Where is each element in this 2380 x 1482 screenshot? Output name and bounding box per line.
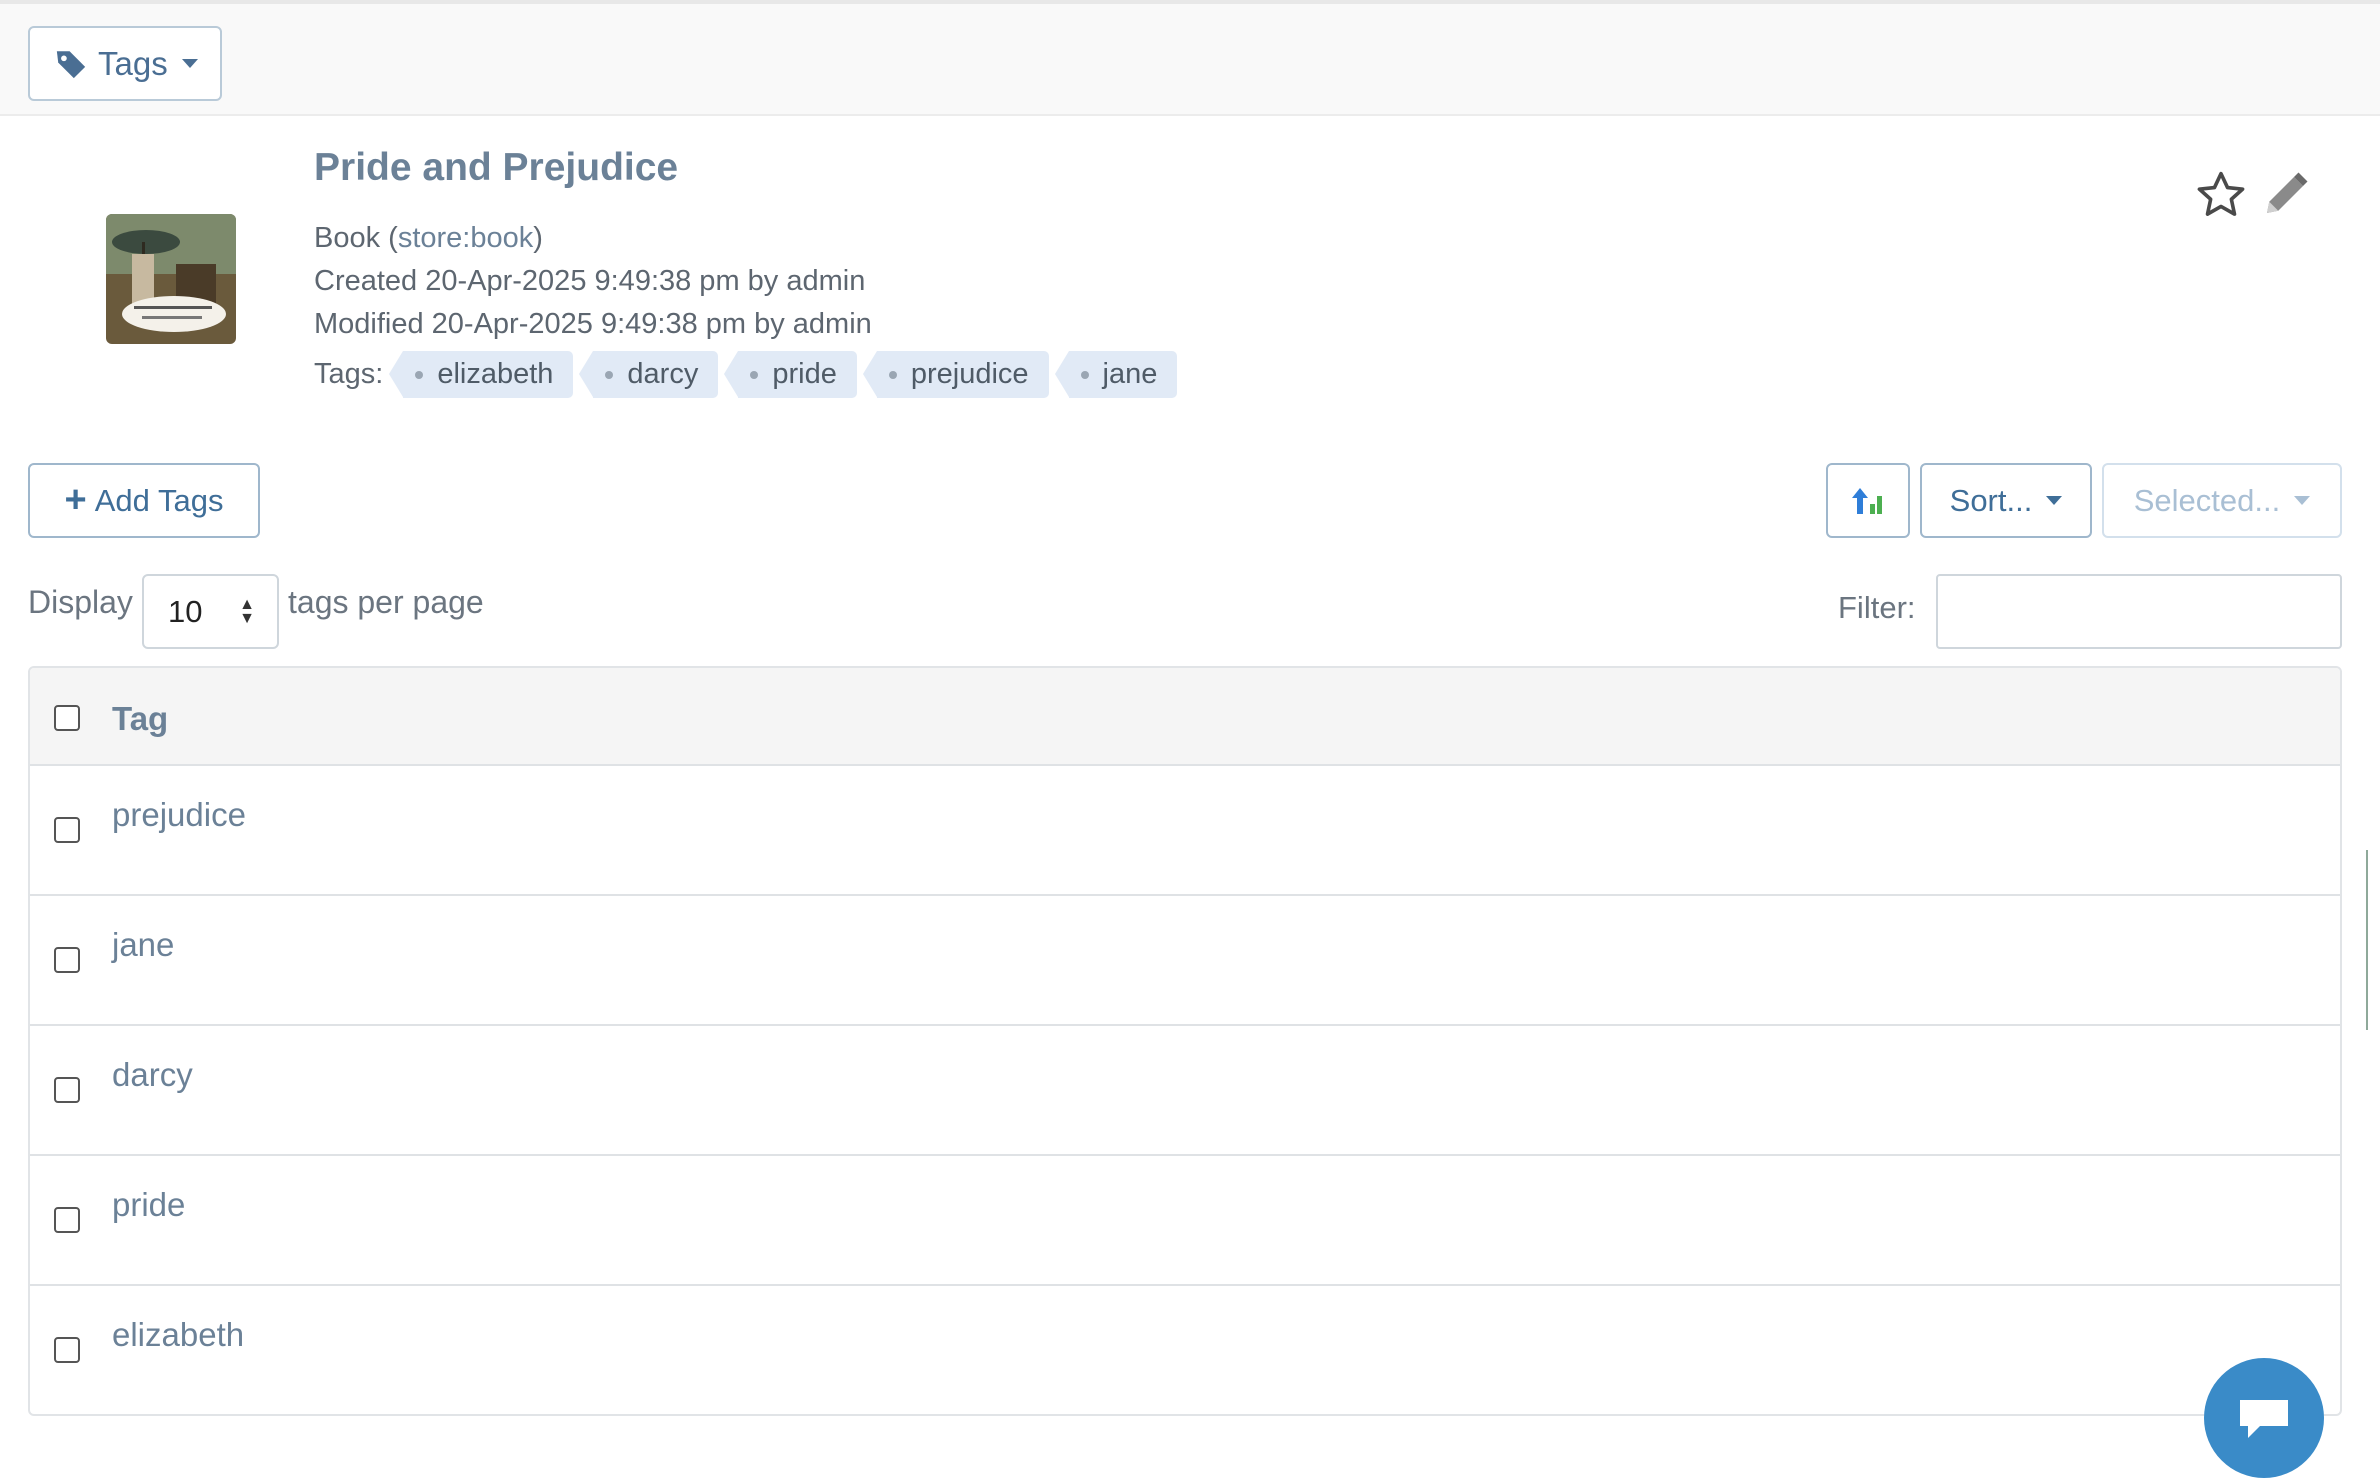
filter-label: Filter: xyxy=(1838,590,1916,625)
tag-link[interactable]: pride xyxy=(112,1186,185,1224)
selected-label: Selected... xyxy=(2133,482,2281,518)
add-tags-label: Add Tags xyxy=(94,482,224,518)
per-page-select[interactable]: 10 ▲ ▼ xyxy=(142,574,279,649)
per-page-suffix: tags per page xyxy=(288,584,484,620)
up-down-arrows-icon: ▲ ▼ xyxy=(239,596,255,627)
table-row: jane xyxy=(30,896,2340,1026)
sort-direction-button[interactable] xyxy=(1826,463,1910,538)
tag-chip[interactable]: jane xyxy=(1054,350,1178,398)
select-all-checkbox[interactable] xyxy=(54,705,80,731)
selected-dropdown-button[interactable]: Selected... xyxy=(2102,463,2342,538)
top-toolbar: Tags xyxy=(0,0,2380,116)
tag-link[interactable]: darcy xyxy=(112,1056,193,1094)
page-title: Pride and Prejudice xyxy=(314,146,679,189)
per-page-value: 10 xyxy=(168,593,203,629)
edit-pencil-icon[interactable] xyxy=(2258,168,2312,222)
item-type: Book (store:book) xyxy=(314,222,543,254)
item-type-link[interactable]: store:book xyxy=(398,222,533,254)
tag-list: Tags: elizabeth darcy pride prejudice ja… xyxy=(314,350,1178,398)
row-checkbox[interactable] xyxy=(54,817,80,843)
chevron-down-icon xyxy=(2294,496,2311,505)
row-checkbox[interactable] xyxy=(54,1207,80,1233)
plus-icon: + xyxy=(64,479,87,521)
created-info: Created 20-Apr-2025 9:49:38 pm by admin xyxy=(314,265,866,297)
tags-label: Tags: xyxy=(314,357,384,390)
tag-link[interactable]: elizabeth xyxy=(112,1316,244,1354)
row-checkbox[interactable] xyxy=(54,947,80,973)
sort-label: Sort... xyxy=(1949,482,2033,518)
star-icon[interactable] xyxy=(2194,168,2248,222)
column-header-tag[interactable]: Tag xyxy=(112,700,168,738)
feedback-tab[interactable] xyxy=(2366,850,2380,1030)
chevron-down-icon xyxy=(2046,496,2063,505)
chat-widget-button[interactable] xyxy=(2204,1358,2324,1478)
tag-chip[interactable]: elizabeth xyxy=(389,350,574,398)
tag-chip[interactable]: pride xyxy=(724,350,857,398)
tag-link[interactable]: prejudice xyxy=(112,796,246,834)
tag-link[interactable]: jane xyxy=(112,926,174,964)
table-row: pride xyxy=(30,1156,2340,1286)
add-tags-button[interactable]: + Add Tags xyxy=(28,463,260,538)
tags-dropdown-label: Tags xyxy=(98,44,168,82)
table-row: prejudice xyxy=(30,766,2340,896)
book-cover-thumbnail[interactable] xyxy=(106,214,236,344)
sort-ascending-icon xyxy=(1852,487,1882,514)
tag-icon xyxy=(56,50,86,78)
modified-info: Modified 20-Apr-2025 9:49:38 pm by admin xyxy=(314,308,872,340)
filter-input[interactable] xyxy=(1936,574,2342,649)
table-row: darcy xyxy=(30,1026,2340,1156)
display-label: Display xyxy=(28,584,133,620)
chat-bubble-icon xyxy=(2240,1400,2288,1438)
tags-table: Tag prejudice jane darcy pride elizabeth xyxy=(28,666,2342,1416)
tag-chip[interactable]: darcy xyxy=(579,350,719,398)
table-row: elizabeth xyxy=(30,1286,2340,1414)
sort-dropdown-button[interactable]: Sort... xyxy=(1920,463,2092,538)
chevron-down-icon xyxy=(181,59,198,68)
tags-dropdown-button[interactable]: Tags xyxy=(28,26,222,101)
table-header: Tag xyxy=(30,668,2340,766)
row-checkbox[interactable] xyxy=(54,1337,80,1363)
row-checkbox[interactable] xyxy=(54,1077,80,1103)
tag-chip[interactable]: prejudice xyxy=(862,350,1049,398)
